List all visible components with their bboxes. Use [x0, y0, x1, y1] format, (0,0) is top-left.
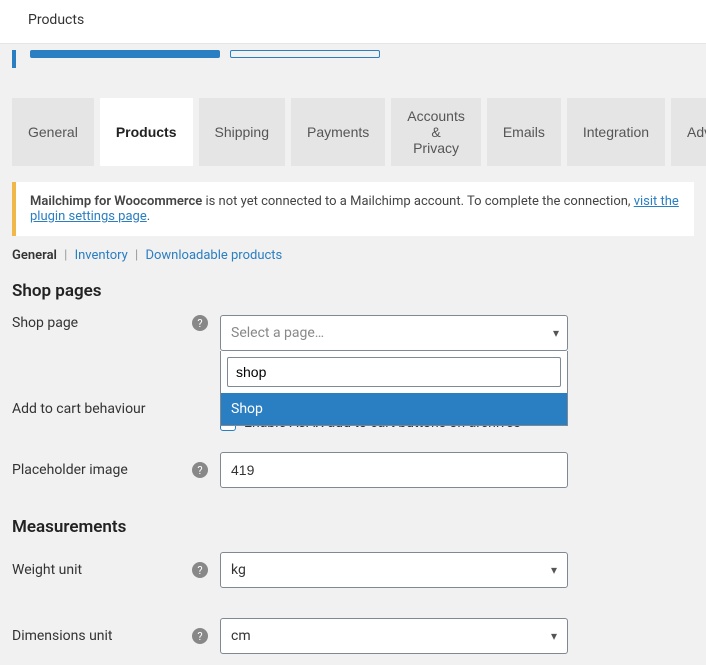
- notice-strong: Mailchimp for Woocommerce: [30, 194, 202, 209]
- shop-page-row: Shop page ? Select a page… ▾ Shop I: [12, 315, 694, 353]
- tab-payments[interactable]: Payments: [291, 98, 385, 166]
- measurements-section: Measurements Weight unit ? kg ▾ Dimensio…: [12, 517, 694, 655]
- product-subtabs: General | Inventory | Downloadable produ…: [12, 248, 694, 263]
- weight-unit-label-text: Weight unit: [12, 562, 192, 578]
- dimensions-unit-label: Dimensions unit: [12, 628, 192, 644]
- chevron-down-icon: ▾: [553, 326, 559, 340]
- subtab-inventory[interactable]: Inventory: [75, 248, 128, 263]
- add-to-cart-label: Add to cart behaviour: [12, 361, 192, 417]
- shop-pages-heading: Shop pages: [12, 281, 694, 301]
- shop-page-search-input[interactable]: [227, 357, 561, 387]
- placeholder-image-field: [220, 452, 568, 488]
- partial-notice-strip: [12, 50, 694, 68]
- weight-unit-row: Weight unit ? kg ▾: [12, 551, 694, 589]
- tab-advanced[interactable]: Advanced: [671, 98, 706, 166]
- shop-pages-section: Shop pages Shop page ? Select a page… ▾ …: [12, 281, 694, 489]
- tab-shipping[interactable]: Shipping: [199, 98, 286, 166]
- placeholder-image-row: Placeholder image ?: [12, 451, 694, 489]
- notice-text: is not yet connected to a Mailchimp acco…: [202, 194, 633, 209]
- chevron-down-icon: ▾: [551, 629, 557, 643]
- weight-unit-value: kg: [231, 562, 246, 578]
- dimensions-unit-label-text: Dimensions unit: [12, 628, 192, 644]
- shop-page-label-text: Shop page: [12, 315, 192, 331]
- tab-general[interactable]: General: [12, 98, 94, 166]
- dimensions-unit-row: Dimensions unit ? cm ▾: [12, 617, 694, 655]
- mailchimp-notice: Mailchimp for Woocommerce is not yet con…: [12, 182, 694, 236]
- help-icon[interactable]: ?: [192, 628, 208, 644]
- shop-page-dropdown: Shop: [220, 351, 568, 426]
- add-to-cart-label-text: Add to cart behaviour: [12, 401, 146, 417]
- partial-primary-button[interactable]: [30, 50, 220, 58]
- placeholder-image-label-text: Placeholder image: [12, 462, 192, 478]
- top-bar: Products: [0, 0, 706, 44]
- subtab-separator: |: [135, 248, 138, 263]
- tab-emails[interactable]: Emails: [487, 98, 561, 166]
- tab-integration[interactable]: Integration: [567, 98, 665, 166]
- partial-outline-button[interactable]: [230, 50, 380, 58]
- shop-page-option-shop[interactable]: Shop: [221, 393, 567, 425]
- subtab-general[interactable]: General: [12, 248, 57, 263]
- page-title: Products: [28, 12, 84, 28]
- placeholder-image-label: Placeholder image: [12, 462, 192, 478]
- tab-products[interactable]: Products: [100, 98, 193, 166]
- weight-unit-label: Weight unit: [12, 562, 192, 578]
- settings-tabs: General Products Shipping Payments Accou…: [12, 98, 694, 166]
- weight-unit-select[interactable]: kg ▾: [220, 552, 568, 588]
- placeholder-image-input[interactable]: [220, 452, 568, 488]
- dimensions-unit-select[interactable]: cm ▾: [220, 618, 568, 654]
- measurements-heading: Measurements: [12, 517, 694, 537]
- tab-accounts-privacy[interactable]: Accounts & Privacy: [391, 98, 481, 166]
- help-icon[interactable]: ?: [192, 462, 208, 478]
- chevron-down-icon: ▾: [551, 563, 557, 577]
- notice-tail: .: [147, 209, 150, 224]
- shop-page-label: Shop page: [12, 315, 192, 331]
- shop-page-placeholder: Select a page…: [231, 325, 324, 341]
- help-icon[interactable]: ?: [192, 562, 208, 578]
- help-icon[interactable]: ?: [192, 315, 208, 331]
- shop-page-select[interactable]: Select a page… ▾: [220, 315, 568, 351]
- subtab-downloadable[interactable]: Downloadable products: [145, 248, 282, 263]
- dimensions-unit-value: cm: [231, 628, 251, 644]
- shop-page-field: Select a page… ▾ Shop I: [220, 315, 568, 351]
- subtab-separator: |: [64, 248, 67, 263]
- dimensions-unit-field: cm ▾: [220, 618, 568, 654]
- weight-unit-field: kg ▾: [220, 552, 568, 588]
